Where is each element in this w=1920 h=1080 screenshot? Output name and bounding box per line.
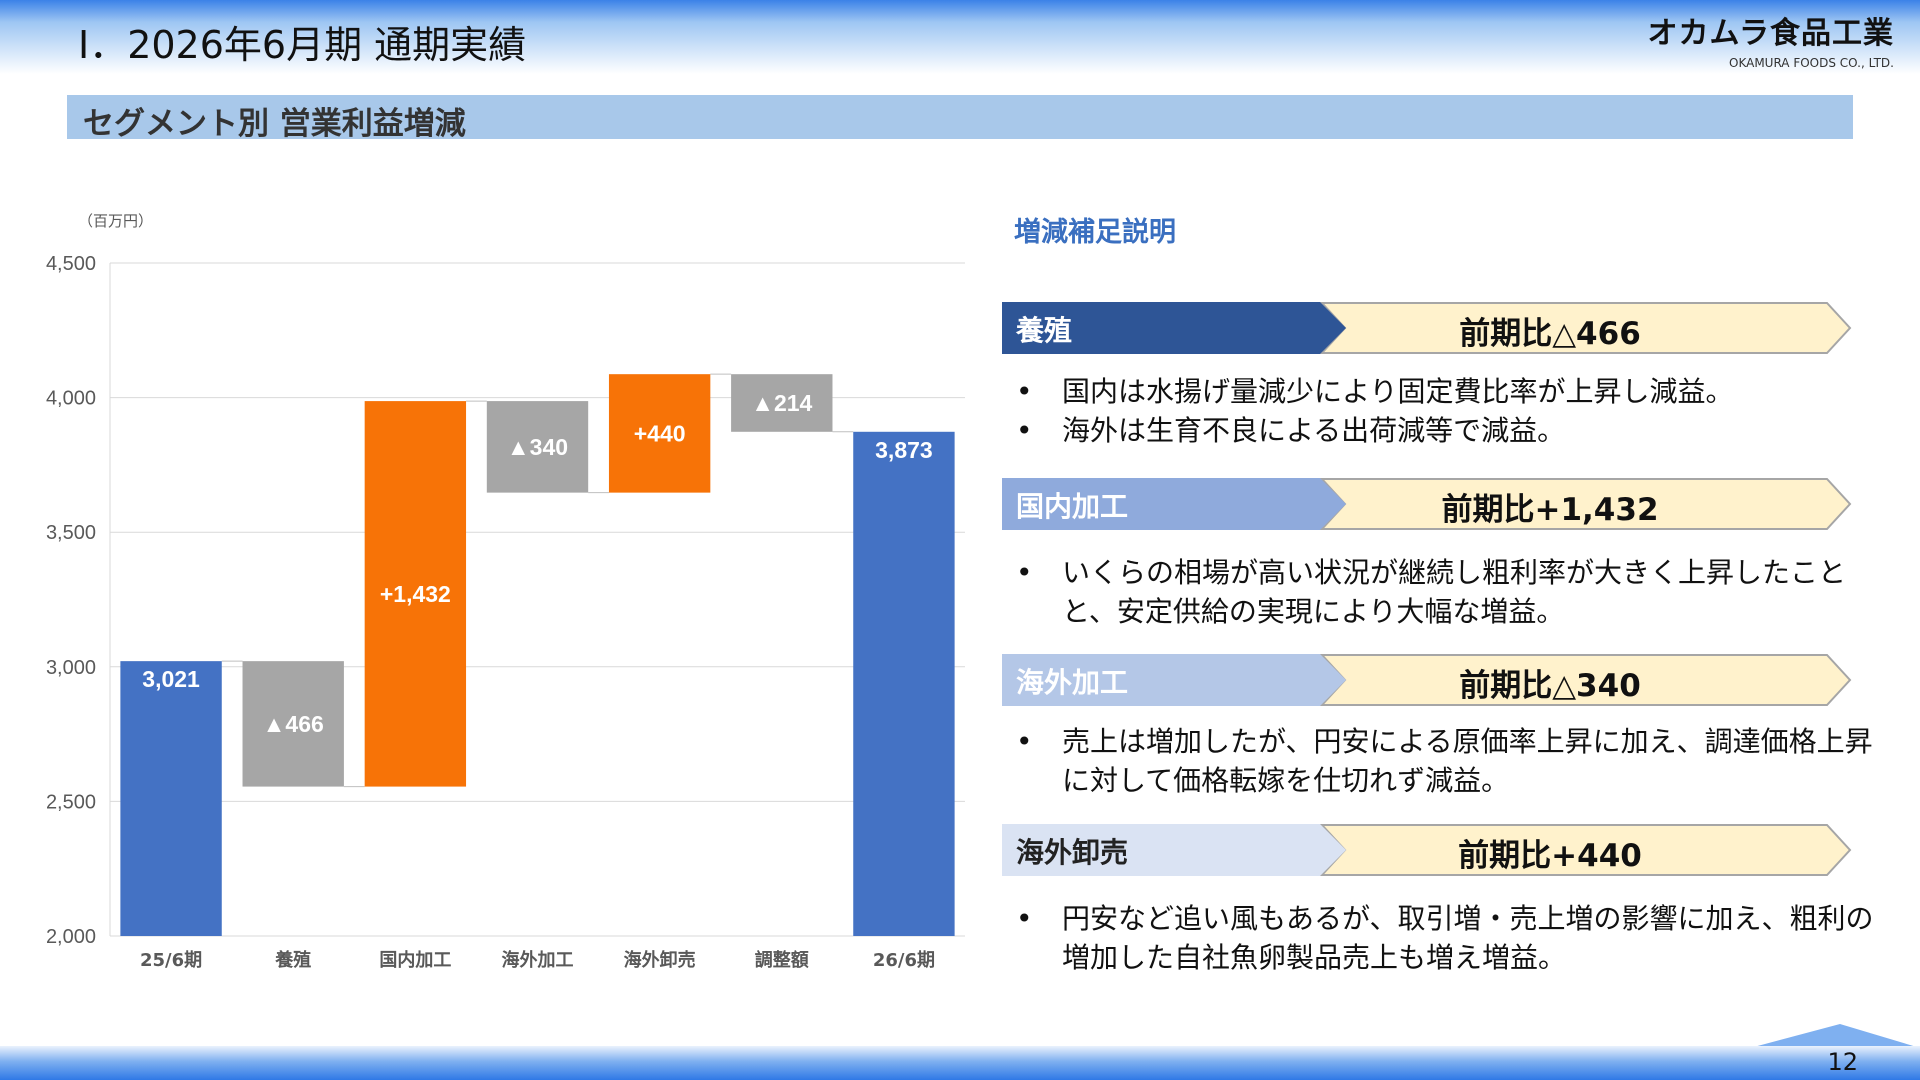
footer-accent [1750, 1024, 1920, 1048]
logo-sub-text: OKAMURA FOODS CO., LTD. [1729, 56, 1894, 70]
bar-value-label: ▲466 [263, 711, 324, 737]
segment-bullet-list: 円安など追い風もあるが、取引増・売上増の影響に加え、粗利の増加した自社魚卵製品売… [1010, 899, 1890, 977]
segment-name: 養殖 [1016, 314, 1073, 347]
y-tick-label: 3,500 [46, 522, 96, 544]
segment-header: 海外加工 前期比△340 [1002, 654, 1852, 706]
x-tick-label: 海外加工 [502, 949, 574, 971]
x-tick-label: 養殖 [274, 949, 311, 971]
segment-delta: 前期比+1,432 [1441, 492, 1659, 528]
segment-delta: 前期比+440 [1458, 838, 1642, 874]
y-tick-label: 4,000 [46, 388, 96, 410]
section-bar: セグメント別 営業利益増減 [67, 95, 1853, 142]
bullet-item: 国内は水揚げ量減少により固定費比率が上昇し減益。 [1010, 372, 1890, 411]
bar-total [120, 661, 222, 936]
logo-main-text: オカムラ食品工業 [1647, 16, 1894, 51]
segment-delta: 前期比△466 [1459, 316, 1641, 352]
bullet-item: 海外は生育不良による出荷減等で減益。 [1010, 411, 1890, 450]
bullet-item: 売上は増加したが、円安による原価率上昇に加え、調達価格上昇に対して価格転嫁を仕切… [1010, 722, 1890, 800]
x-tick-label: 25/6期 [140, 950, 202, 971]
waterfall-chart: （百万円） 2,000 2,500 3,000 3,500 4,000 4,500 3,021… [46, 212, 965, 971]
y-tick-label: 2,000 [46, 926, 96, 948]
bullet-item: いくらの相場が高い状況が継続し粗利率が大きく上昇したことと、安定供給の実現により… [1010, 553, 1890, 631]
segment-name: 国内加工 [1016, 490, 1129, 523]
bar-value-label: 3,873 [875, 437, 933, 463]
company-logo: オカムラ食品工業 OKAMURA FOODS CO., LTD. [1648, 8, 1895, 70]
bar-value-label: +440 [634, 420, 686, 446]
y-unit-label: （百万円） [78, 212, 153, 230]
x-tick-label: 海外卸売 [624, 949, 696, 971]
x-tick-label: 26/6期 [873, 950, 935, 971]
section-title: セグメント別 営業利益増減 [83, 106, 466, 142]
segment-name: 海外卸売 [1016, 836, 1129, 869]
y-tick-label: 4,500 [46, 253, 96, 275]
segment-bullet-list: いくらの相場が高い状況が継続し粗利率が大きく上昇したことと、安定供給の実現により… [1010, 553, 1890, 631]
x-tick-label: 国内加工 [379, 949, 451, 971]
bar-value-label: +1,432 [380, 581, 451, 607]
bar-value-label: 3,021 [142, 666, 200, 692]
y-tick-label: 3,000 [46, 657, 96, 679]
bar-total [853, 431, 955, 936]
page-number: 12 [1827, 1048, 1858, 1076]
segment-header: 養殖 前期比△466 [1002, 302, 1852, 354]
x-tick-label: 調整額 [755, 949, 809, 971]
segment-bullet-list: 国内は水揚げ量減少により固定費比率が上昇し減益。海外は生育不良による出荷減等で減… [1010, 372, 1890, 450]
segment-delta: 前期比△340 [1459, 668, 1641, 704]
bullet-item: 円安など追い風もあるが、取引増・売上増の影響に加え、粗利の増加した自社魚卵製品売… [1010, 899, 1890, 977]
segment-name: 海外加工 [1016, 666, 1129, 699]
bar-value-label: ▲340 [507, 434, 568, 460]
notes-title: 増減補足説明 [1014, 217, 1176, 248]
segment-header: 海外卸売 前期比+440 [1002, 824, 1852, 876]
segment-bullet-list: 売上は増加したが、円安による原価率上昇に加え、調達価格上昇に対して価格転嫁を仕切… [1010, 722, 1890, 800]
y-tick-label: 2,500 [46, 791, 96, 813]
segment-header: 国内加工 前期比+1,432 [1002, 478, 1852, 530]
page-title: Ⅰ．2026年6月期 通期実績 [78, 23, 527, 67]
bar-value-label: ▲214 [751, 390, 812, 416]
footer-band [0, 1046, 1920, 1080]
